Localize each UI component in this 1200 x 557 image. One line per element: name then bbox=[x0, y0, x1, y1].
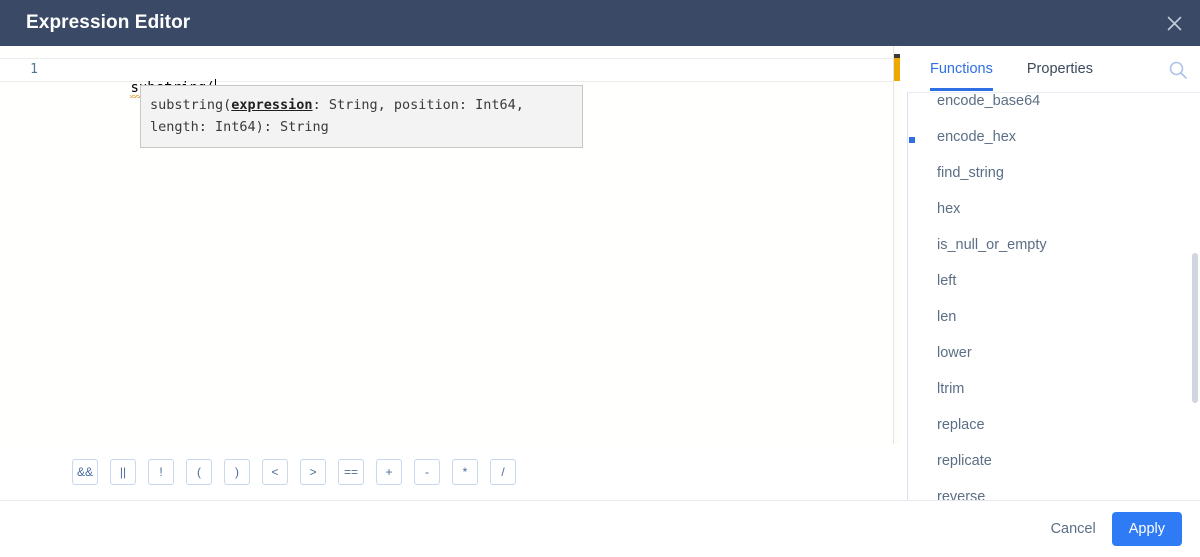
list-item[interactable]: is_null_or_empty bbox=[908, 227, 1200, 263]
list-item[interactable]: len bbox=[908, 299, 1200, 335]
function-list: encode_base64 encode_hex find_string hex… bbox=[908, 93, 1200, 500]
apply-button[interactable]: Apply bbox=[1111, 512, 1182, 546]
list-item[interactable]: replace bbox=[908, 407, 1200, 443]
side-panel: Functions Properties encode_base64 encod… bbox=[907, 46, 1200, 500]
signature-help-popup: substring(expression: String, position: … bbox=[140, 85, 583, 148]
list-item[interactable]: left bbox=[908, 263, 1200, 299]
operator-not[interactable]: ! bbox=[148, 459, 174, 485]
code-editor[interactable]: 1 substring( substring(expression: Strin… bbox=[0, 46, 900, 444]
operator-less-than[interactable]: < bbox=[262, 459, 288, 485]
operator-equals[interactable]: == bbox=[338, 459, 364, 485]
operator-paren-close[interactable]: ) bbox=[224, 459, 250, 485]
page-title: Expression Editor bbox=[26, 12, 191, 33]
warning-marker-icon[interactable] bbox=[894, 58, 900, 81]
signature-prefix: substring( bbox=[150, 97, 232, 113]
operator-and[interactable]: && bbox=[72, 459, 98, 485]
dialog-header: Expression Editor bbox=[0, 0, 1200, 46]
tab-properties[interactable]: Properties bbox=[1027, 46, 1093, 92]
operator-greater-than[interactable]: > bbox=[300, 459, 326, 485]
operator-or[interactable]: || bbox=[110, 459, 136, 485]
line-number: 1 bbox=[30, 62, 38, 77]
operator-plus[interactable]: + bbox=[376, 459, 402, 485]
list-item[interactable]: ltrim bbox=[908, 371, 1200, 407]
panel-scrollbar-thumb[interactable] bbox=[1192, 253, 1198, 403]
operator-paren-open[interactable]: ( bbox=[186, 459, 212, 485]
editor-column: 1 substring( substring(expression: Strin… bbox=[0, 46, 900, 500]
list-item[interactable]: lower bbox=[908, 335, 1200, 371]
signature-help-text: substring(expression: String, position: … bbox=[150, 94, 573, 138]
overview-ruler[interactable] bbox=[893, 46, 900, 444]
list-item[interactable]: hex bbox=[908, 191, 1200, 227]
list-item[interactable]: encode_hex bbox=[908, 119, 1200, 155]
tab-functions[interactable]: Functions bbox=[930, 46, 993, 92]
search-icon[interactable] bbox=[1168, 60, 1188, 80]
operator-minus[interactable]: - bbox=[414, 459, 440, 485]
expression-editor-dialog: Expression Editor 1 substring( substring… bbox=[0, 0, 1200, 557]
close-icon[interactable] bbox=[1158, 7, 1190, 39]
list-item[interactable]: reverse bbox=[908, 479, 1200, 500]
cancel-button[interactable]: Cancel bbox=[1051, 521, 1096, 537]
function-list-container[interactable]: encode_base64 encode_hex find_string hex… bbox=[907, 92, 1200, 500]
operator-toolbar: && || ! ( ) < > == + - * / bbox=[0, 444, 900, 500]
operator-multiply[interactable]: * bbox=[452, 459, 478, 485]
list-item[interactable]: replicate bbox=[908, 443, 1200, 479]
panel-tab-bar: Functions Properties bbox=[907, 46, 1200, 92]
operator-divide[interactable]: / bbox=[490, 459, 516, 485]
list-item[interactable]: encode_base64 bbox=[908, 93, 1200, 119]
dialog-footer: Cancel Apply bbox=[0, 500, 1200, 557]
panel-scrollbar[interactable] bbox=[1192, 93, 1199, 500]
list-item[interactable]: find_string bbox=[908, 155, 1200, 191]
signature-active-param: expression bbox=[231, 97, 313, 113]
